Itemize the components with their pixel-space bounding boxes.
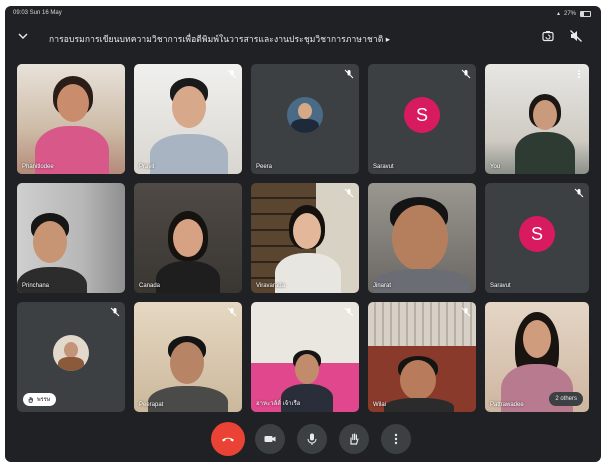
participant-tile[interactable]: Wilai <box>368 302 476 412</box>
participant-name: Pravit <box>139 164 155 170</box>
meet-window: 09:03 Sun 16 May ▴ 27% การอบรมการเขียนบท… <box>5 6 601 462</box>
participant-name: Canada <box>139 283 161 289</box>
participant-tile[interactable]: Pattrawadee 2 others <box>485 302 589 412</box>
mic-off-icon <box>574 188 584 198</box>
participant-name: Peerapat <box>139 402 164 408</box>
participant-grid: Phanitlodee Pravit Peera S Saravut You P… <box>17 64 589 414</box>
meeting-header: การอบรมการเขียนบทความวิชาการเพื่อตีพิมพ์… <box>5 24 601 50</box>
status-bar: 09:03 Sun 16 May ▴ 27% <box>5 6 601 20</box>
participant-name: Pattrawadee <box>490 402 524 408</box>
participant-name: You <box>490 164 501 170</box>
participant-tile[interactable]: Peera <box>251 64 359 174</box>
more-options-button[interactable] <box>381 424 411 454</box>
camera-icon <box>264 436 276 442</box>
raised-hand-name: พรรษ <box>37 396 51 403</box>
status-time: 09:03 Sun 16 May <box>13 10 62 16</box>
participant-name: Peera <box>256 164 273 170</box>
participant-tile[interactable]: พรรษ <box>17 302 125 412</box>
participant-tile[interactable]: Viravarada <box>251 183 359 293</box>
participant-tile[interactable]: S Saravut <box>368 64 476 174</box>
participant-name: Phanitlodee <box>22 164 54 170</box>
mic-off-icon <box>227 69 237 79</box>
mic-off-icon <box>461 69 471 79</box>
more-vert-icon <box>394 433 398 445</box>
end-call-button[interactable] <box>211 422 245 456</box>
participant-tile[interactable]: Pravit <box>134 64 242 174</box>
participant-tile-self[interactable]: You <box>485 64 589 174</box>
mic-off-icon <box>344 69 354 79</box>
participant-tile[interactable]: Peerapat <box>134 302 242 412</box>
mic-off-icon <box>227 307 237 317</box>
participant-name: ฮาหะวล์ส์ เจ้าเรือ <box>256 401 301 407</box>
raised-hand-badge: พรรษ <box>23 393 57 406</box>
camera-switch-icon[interactable] <box>541 29 555 43</box>
chevron-down-icon[interactable] <box>17 30 29 42</box>
end-call-icon <box>222 437 234 442</box>
battery-icon <box>580 10 591 17</box>
participant-name: Saravut <box>373 164 394 170</box>
participant-tile[interactable]: Jinarat <box>368 183 476 293</box>
mic-off-icon <box>110 307 120 317</box>
mic-icon <box>307 433 317 445</box>
avatar: S <box>519 216 555 252</box>
participant-tile[interactable]: ฮาหะวล์ส์ เจ้าเรือ <box>251 302 359 412</box>
participant-name: Viravarada <box>256 283 285 289</box>
more-icon[interactable] <box>574 69 584 79</box>
participant-name: Saravut <box>490 283 511 289</box>
participant-tile[interactable]: Phanitlodee <box>17 64 125 174</box>
avatar: S <box>404 97 440 133</box>
participant-name: Jinarat <box>373 283 392 289</box>
mic-off-icon <box>461 307 471 317</box>
signal-icon: ▴ <box>556 11 560 17</box>
participant-tile[interactable]: Canada <box>134 183 242 293</box>
meeting-title[interactable]: การอบรมการเขียนบทความวิชาการเพื่อตีพิมพ์… <box>49 32 390 46</box>
participant-name: Wilai <box>373 402 386 408</box>
camera-button[interactable] <box>255 424 285 454</box>
mic-off-icon <box>344 188 354 198</box>
participant-name: Princhana <box>22 283 50 289</box>
call-controls <box>5 420 601 460</box>
participant-tile[interactable]: Princhana <box>17 183 125 293</box>
battery-text: 27% <box>563 10 576 17</box>
avatar <box>53 335 89 371</box>
speaker-off-icon[interactable] <box>569 29 583 43</box>
mic-button[interactable] <box>297 424 327 454</box>
raise-hand-icon <box>350 433 359 445</box>
status-icons: ▴ 27% <box>557 10 591 17</box>
avatar <box>287 97 323 133</box>
others-badge[interactable]: 2 others <box>549 392 583 406</box>
raise-hand-icon <box>28 397 33 403</box>
raise-hand-button[interactable] <box>339 424 369 454</box>
mic-off-icon <box>344 307 354 317</box>
participant-tile[interactable]: S Saravut <box>485 183 589 293</box>
